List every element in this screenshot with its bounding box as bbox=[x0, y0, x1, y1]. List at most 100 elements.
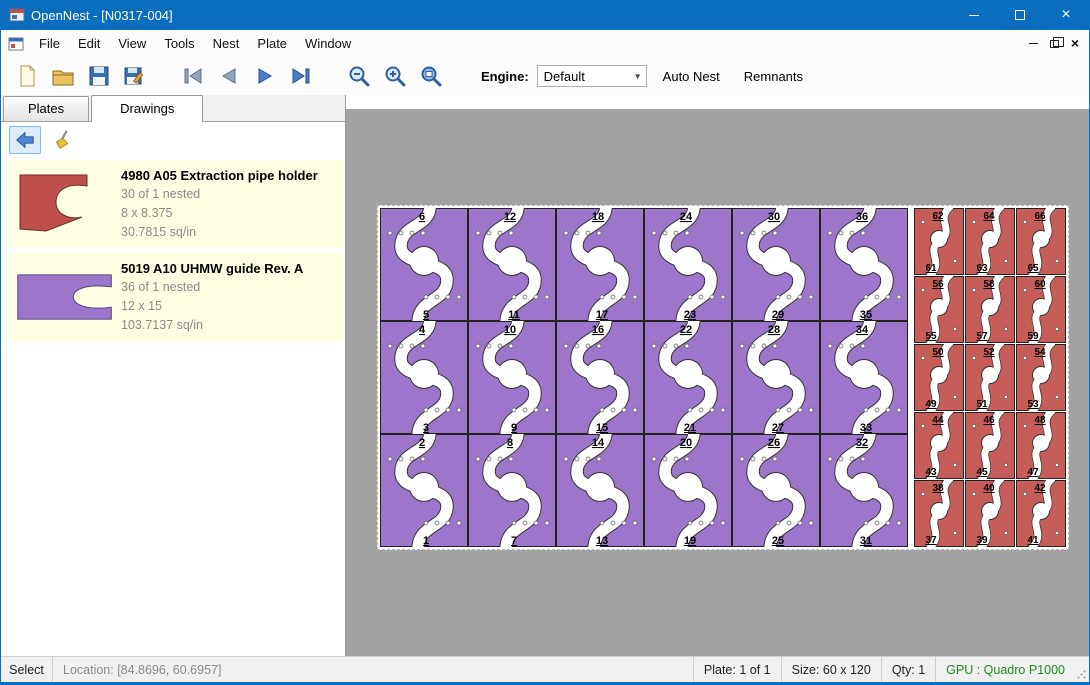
svg-text:37: 37 bbox=[925, 535, 937, 546]
nest-part-pair[interactable]: 6 5 bbox=[380, 208, 468, 321]
mdi-window-controls: × bbox=[1029, 36, 1089, 51]
zoom-fit-button[interactable] bbox=[415, 60, 447, 92]
remnants-button[interactable]: Remnants bbox=[736, 64, 811, 89]
nest-part-pair[interactable]: 50 49 bbox=[914, 344, 964, 411]
nest-part-pair[interactable]: 22 21 bbox=[644, 321, 732, 434]
minimize-button[interactable] bbox=[951, 0, 997, 30]
svg-text:30: 30 bbox=[768, 211, 780, 223]
nest-part-pair[interactable]: 42 41 bbox=[1016, 480, 1066, 547]
nest-part-pair[interactable]: 26 25 bbox=[732, 434, 820, 547]
zoom-out-icon bbox=[347, 64, 371, 88]
nest-part-pair[interactable]: 10 9 bbox=[468, 321, 556, 434]
go-next-button[interactable] bbox=[249, 60, 281, 92]
zoom-in-button[interactable] bbox=[379, 60, 411, 92]
nest-part-pair[interactable]: 28 27 bbox=[732, 321, 820, 434]
go-last-button[interactable] bbox=[285, 60, 317, 92]
nest-part-pair[interactable]: 14 13 bbox=[556, 434, 644, 547]
blue-arrow-left-icon bbox=[14, 129, 36, 151]
nest-part-pair[interactable]: 24 23 bbox=[644, 208, 732, 321]
mdi-restore-button[interactable] bbox=[1050, 40, 1059, 48]
go-previous-button[interactable] bbox=[213, 60, 245, 92]
open-button[interactable] bbox=[47, 60, 79, 92]
drawing-nested-count: 36 of 1 nested bbox=[121, 278, 337, 297]
go-first-button[interactable] bbox=[177, 60, 209, 92]
tab-drawings[interactable]: Drawings bbox=[91, 95, 203, 122]
nest-part-pair[interactable]: 20 19 bbox=[644, 434, 732, 547]
svg-text:2: 2 bbox=[419, 437, 425, 449]
menu-window[interactable]: Window bbox=[296, 32, 360, 55]
nest-part-pair[interactable]: 58 57 bbox=[965, 276, 1015, 343]
go-previous-icon bbox=[217, 64, 241, 88]
red-grid: 62 61 64 63 66 65 56 55 bbox=[914, 208, 1066, 547]
svg-text:57: 57 bbox=[976, 331, 988, 342]
nest-part-pair[interactable]: 54 53 bbox=[1016, 344, 1066, 411]
status-bar: Select Location: [84.8696, 60.6957] Plat… bbox=[1, 656, 1089, 682]
svg-text:58: 58 bbox=[983, 279, 995, 290]
drawing-nested-count: 30 of 1 nested bbox=[121, 185, 337, 204]
menu-tools[interactable]: Tools bbox=[155, 32, 203, 55]
go-first-icon bbox=[181, 64, 205, 88]
menu-view[interactable]: View bbox=[109, 32, 155, 55]
nest-part-pair[interactable]: 56 55 bbox=[914, 276, 964, 343]
nest-part-pair[interactable]: 66 65 bbox=[1016, 208, 1066, 275]
engine-select[interactable]: Default ▼ bbox=[537, 65, 647, 87]
nest-part-pair[interactable]: 38 37 bbox=[914, 480, 964, 547]
drawing-title: 4980 A05 Extraction pipe holder bbox=[121, 166, 337, 185]
drawing-item-1[interactable]: 4980 A05 Extraction pipe holder 30 of 1 … bbox=[9, 160, 343, 248]
zoom-out-button[interactable] bbox=[343, 60, 375, 92]
panel-tabstrip: Plates Drawings bbox=[1, 95, 345, 122]
svg-text:35: 35 bbox=[860, 309, 872, 321]
svg-text:18: 18 bbox=[592, 211, 604, 223]
save-icon bbox=[87, 64, 111, 88]
nest-canvas[interactable]: 6 5 12 11 18 17 bbox=[346, 109, 1089, 656]
new-button[interactable] bbox=[11, 60, 43, 92]
nest-part-pair[interactable]: 52 51 bbox=[965, 344, 1015, 411]
svg-text:12: 12 bbox=[504, 211, 516, 223]
svg-text:1: 1 bbox=[423, 535, 429, 547]
nest-part-pair[interactable]: 62 61 bbox=[914, 208, 964, 275]
status-mode: Select bbox=[1, 657, 53, 682]
new-file-icon bbox=[15, 64, 39, 88]
nest-part-pair[interactable]: 16 15 bbox=[556, 321, 644, 434]
nest-part-pair[interactable]: 18 17 bbox=[556, 208, 644, 321]
save-button[interactable] bbox=[83, 60, 115, 92]
tab-plates[interactable]: Plates bbox=[3, 96, 89, 121]
nest-part-pair[interactable]: 64 63 bbox=[965, 208, 1015, 275]
nest-part-pair[interactable]: 32 31 bbox=[820, 434, 908, 547]
drawing-item-2[interactable]: 5019 A10 UHMW guide Rev. A 36 of 1 neste… bbox=[9, 253, 343, 341]
resize-grip[interactable] bbox=[1075, 657, 1089, 682]
nest-part-pair[interactable]: 60 59 bbox=[1016, 276, 1066, 343]
svg-text:42: 42 bbox=[1034, 483, 1046, 494]
nest-part-pair[interactable]: 48 47 bbox=[1016, 412, 1066, 479]
svg-text:28: 28 bbox=[768, 324, 780, 336]
plate[interactable]: 6 5 12 11 18 17 bbox=[377, 205, 1069, 550]
document-icon[interactable] bbox=[8, 36, 24, 52]
nest-part-pair[interactable]: 40 39 bbox=[965, 480, 1015, 547]
nest-part-pair[interactable]: 4 3 bbox=[380, 321, 468, 434]
nest-part-pair[interactable]: 36 35 bbox=[820, 208, 908, 321]
go-last-icon bbox=[289, 64, 313, 88]
nest-part-pair[interactable]: 44 43 bbox=[914, 412, 964, 479]
nest-part-pair[interactable]: 30 29 bbox=[732, 208, 820, 321]
auto-nest-button[interactable]: Auto Nest bbox=[655, 64, 728, 89]
close-button[interactable]: × bbox=[1043, 0, 1089, 30]
mdi-minimize-button[interactable] bbox=[1029, 43, 1038, 44]
menu-nest[interactable]: Nest bbox=[204, 32, 249, 55]
save-as-button[interactable] bbox=[119, 60, 151, 92]
clean-button[interactable] bbox=[47, 126, 79, 154]
nest-part-pair[interactable]: 46 45 bbox=[965, 412, 1015, 479]
nest-part-pair[interactable]: 34 33 bbox=[820, 321, 908, 434]
nest-part-pair[interactable]: 8 7 bbox=[468, 434, 556, 547]
menu-plate[interactable]: Plate bbox=[248, 32, 296, 55]
mdi-close-button[interactable]: × bbox=[1071, 36, 1079, 51]
menu-file[interactable]: File bbox=[30, 32, 69, 55]
import-drawing-button[interactable] bbox=[9, 126, 41, 154]
nest-part-pair[interactable]: 2 1 bbox=[380, 434, 468, 547]
zoom-fit-icon bbox=[419, 64, 443, 88]
menu-edit[interactable]: Edit bbox=[69, 32, 109, 55]
svg-text:27: 27 bbox=[772, 422, 784, 434]
maximize-button[interactable] bbox=[997, 0, 1043, 30]
svg-text:26: 26 bbox=[768, 437, 780, 449]
nest-part-pair[interactable]: 12 11 bbox=[468, 208, 556, 321]
svg-text:21: 21 bbox=[684, 422, 696, 434]
